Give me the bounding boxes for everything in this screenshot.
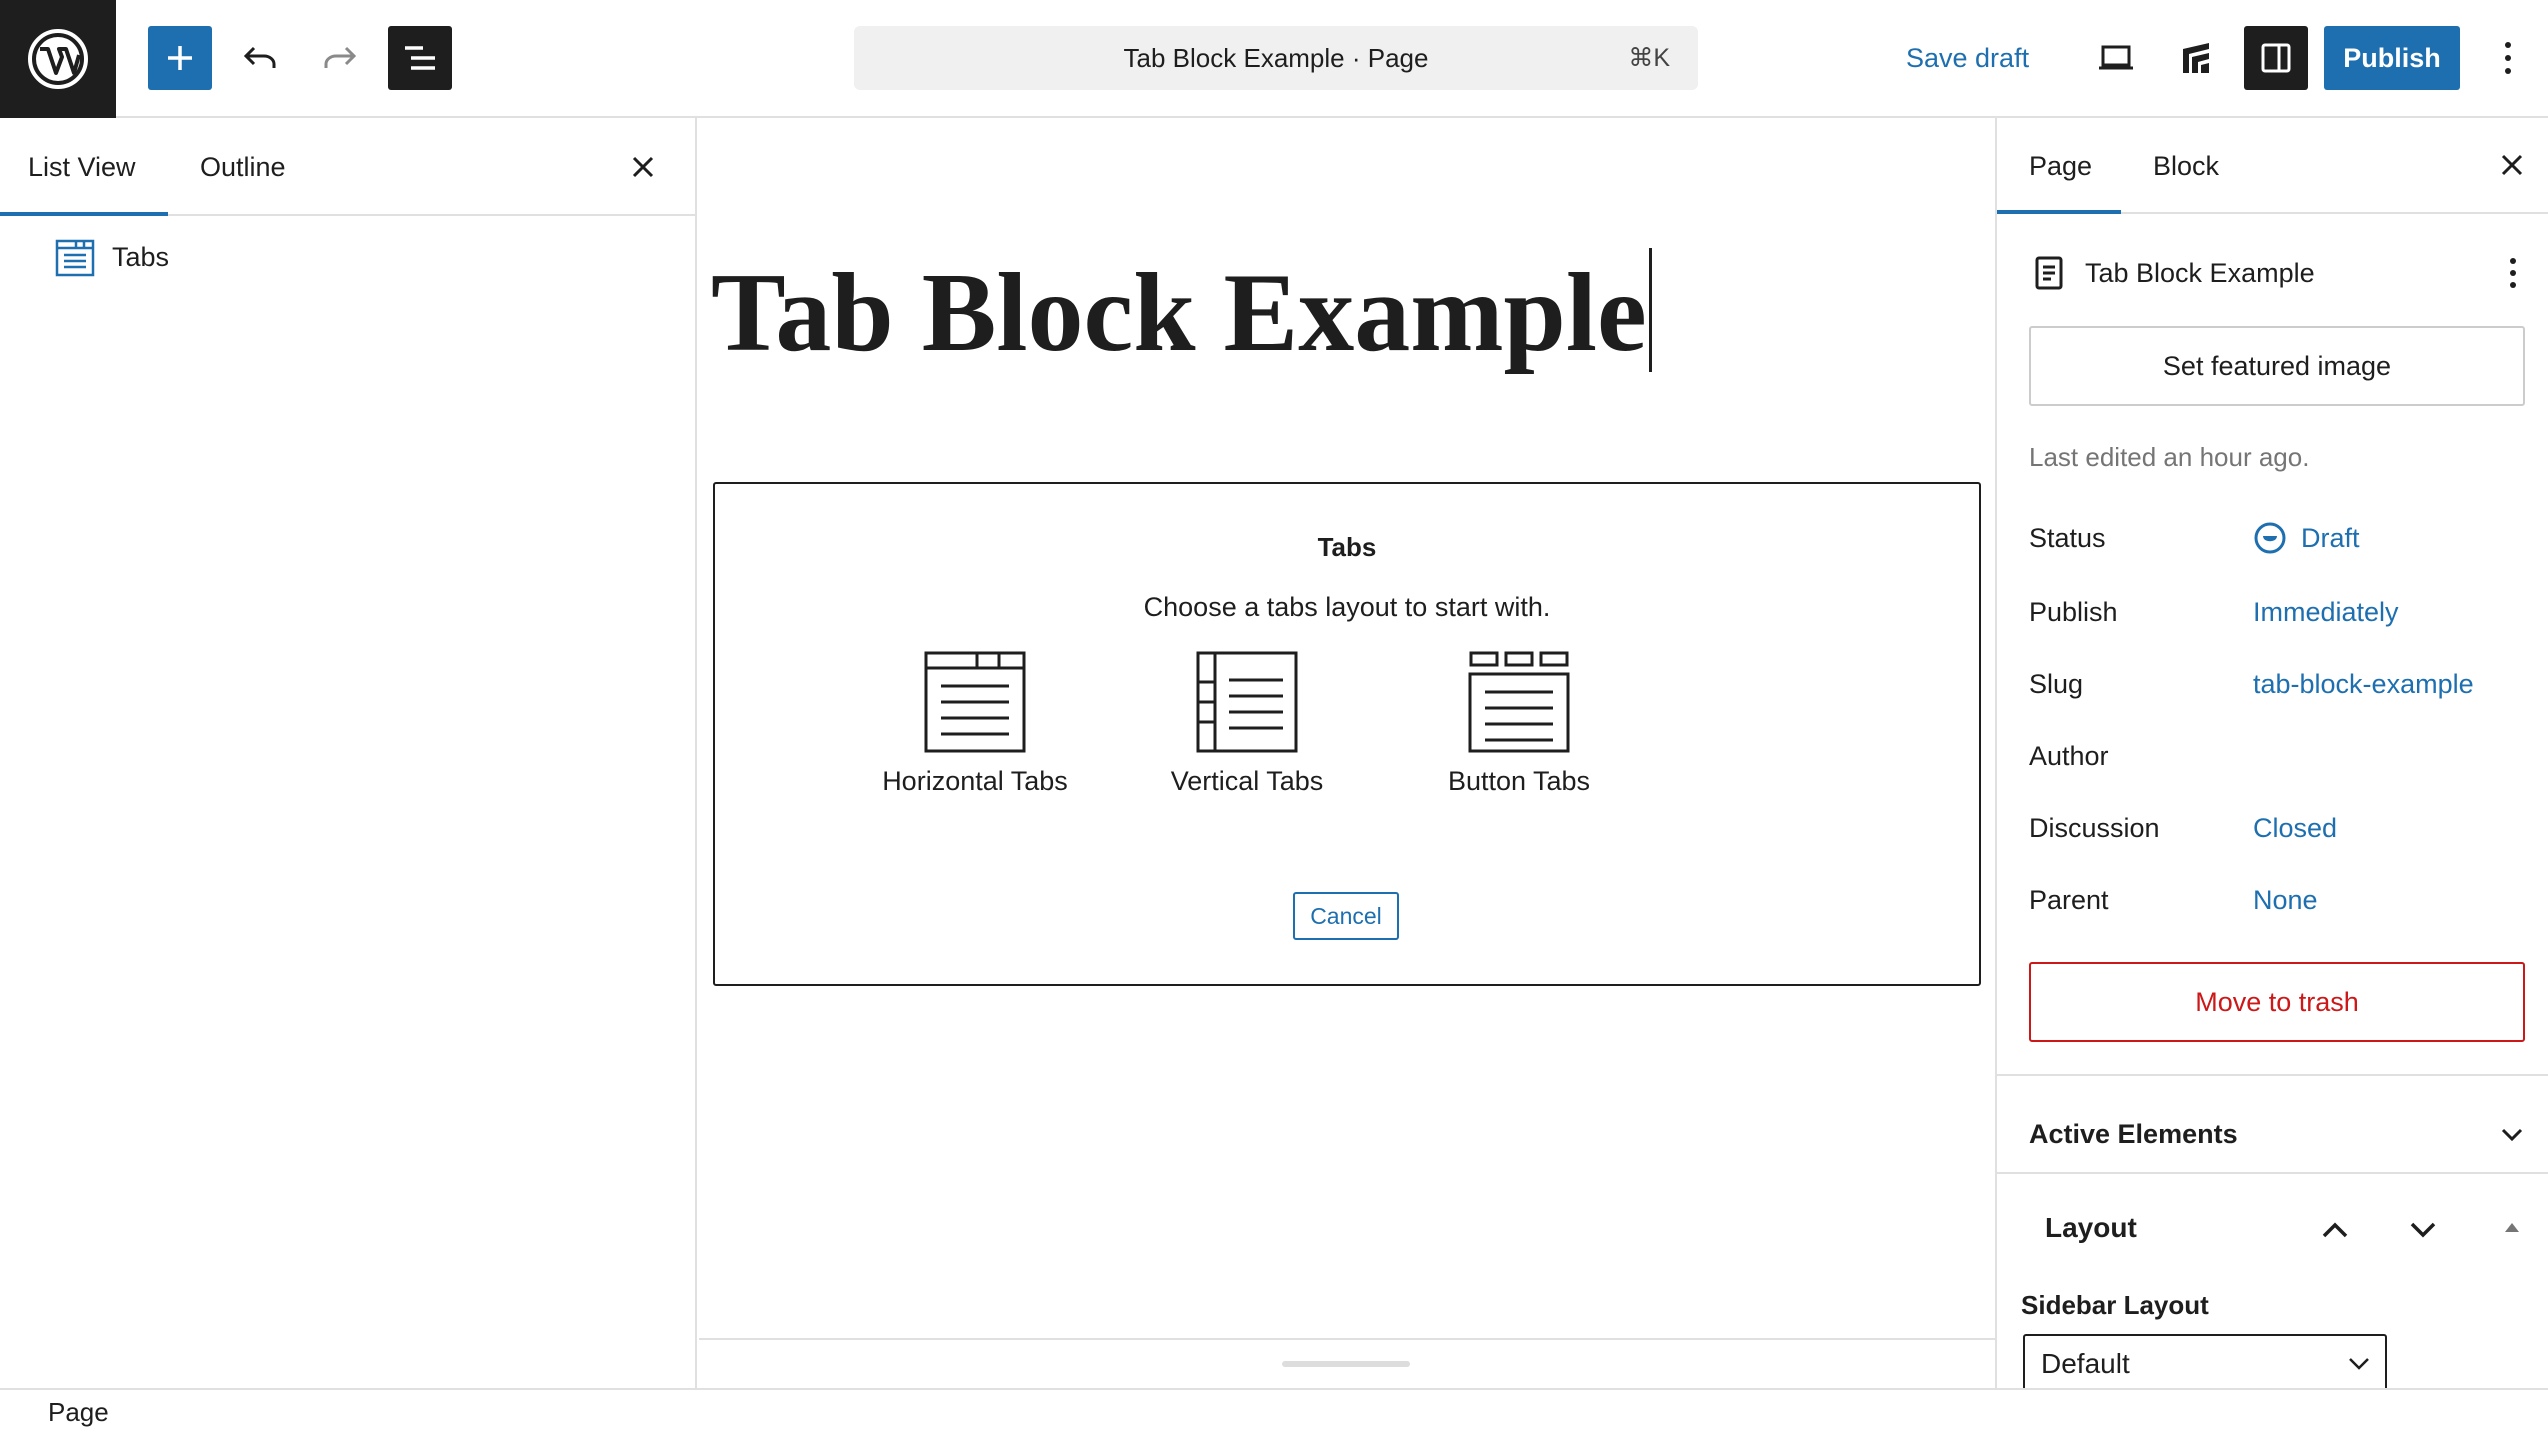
active-tab-indicator xyxy=(1997,210,2121,214)
plus-icon xyxy=(168,46,192,70)
post-title-text: Tab Block Example xyxy=(711,251,1647,375)
variation-button-tabs[interactable]: Button Tabs xyxy=(1389,650,1649,810)
sidebar-tabs: Page Block xyxy=(1997,118,2548,214)
laptop-icon xyxy=(2099,45,2133,70)
variation-label: Button Tabs xyxy=(1447,766,1591,796)
close-sidebar-button[interactable] xyxy=(2487,140,2537,190)
status-toggle[interactable]: Draft xyxy=(2253,518,2360,558)
row-label: Status xyxy=(2029,523,2106,553)
publish-date-toggle[interactable]: Immediately xyxy=(2253,592,2399,632)
document-card: Tab Block Example xyxy=(2033,248,2533,298)
sidebar-settings-icon xyxy=(2261,43,2291,73)
publish-button[interactable]: Publish xyxy=(2324,26,2460,90)
cancel-button[interactable]: Cancel xyxy=(1293,892,1399,940)
command-shortcut: ⌘K xyxy=(1628,44,1670,72)
section-divider xyxy=(1997,1074,2548,1076)
tab-block[interactable]: Block xyxy=(2153,118,2219,214)
placeholder-instructions: Choose a tabs layout to start with. xyxy=(1143,592,1551,622)
draft-status-icon xyxy=(2254,522,2286,554)
canvas-divider xyxy=(699,1338,1995,1340)
command-palette-bar[interactable]: Tab Block Example · Page ⌘K xyxy=(854,26,1698,90)
active-tab-indicator xyxy=(0,212,168,216)
close-list-view-button[interactable] xyxy=(618,142,668,192)
list-view-panel: List View Outline Tabs xyxy=(0,118,697,1388)
variation-vertical-tabs[interactable]: Vertical Tabs xyxy=(1117,650,1377,810)
sidebar-layout-select[interactable]: Default xyxy=(2023,1334,2387,1394)
page-icon xyxy=(2035,256,2063,290)
sidebar-layout-value: Default xyxy=(2041,1348,2130,1379)
settings-sidebar: Page Block Tab Block Example Set feature… xyxy=(1995,118,2548,1394)
active-elements-panel-toggle[interactable]: Active Elements xyxy=(2029,1104,2238,1164)
chevron-up-icon xyxy=(2322,1222,2348,1238)
variation-label: Horizontal Tabs xyxy=(882,766,1068,796)
options-button[interactable] xyxy=(2476,26,2540,90)
variation-label: Vertical Tabs xyxy=(1170,766,1324,796)
redo-icon xyxy=(324,46,357,68)
breadcrumb-page[interactable]: Page xyxy=(48,1390,109,1435)
preview-button[interactable] xyxy=(2084,26,2148,90)
horizontal-tabs-icon xyxy=(924,651,1026,753)
toggle-panel-button[interactable] xyxy=(2497,1212,2527,1242)
row-label: Publish xyxy=(2029,597,2118,627)
status-value: Draft xyxy=(2301,523,2360,553)
document-actions-button[interactable] xyxy=(2493,248,2533,298)
more-vertical-icon xyxy=(2505,42,2511,74)
wordpress-logo-icon xyxy=(28,29,88,89)
tab-list-view[interactable]: List View xyxy=(28,118,136,216)
layout-metabox-title: Layout xyxy=(2045,1212,2137,1243)
tabs-block-placeholder[interactable]: Tabs Choose a tabs layout to start with.… xyxy=(713,482,1981,986)
redo-button[interactable] xyxy=(308,26,372,90)
move-up-button[interactable] xyxy=(2307,1202,2363,1258)
undo-button[interactable] xyxy=(228,26,292,90)
undo-icon xyxy=(243,46,276,68)
block-breadcrumb-bar: Page xyxy=(0,1388,2548,1435)
placeholder-title: Tabs xyxy=(1317,532,1377,562)
plugin-button[interactable] xyxy=(2164,26,2228,90)
vertical-tabs-icon xyxy=(1196,651,1298,753)
text-caret xyxy=(1648,248,1652,372)
settings-sidebar-button[interactable] xyxy=(2244,26,2308,90)
tab-page[interactable]: Page xyxy=(2029,118,2092,214)
resize-handle[interactable] xyxy=(1282,1361,1410,1367)
tabs-block-icon xyxy=(55,239,95,277)
document-title: Tab Block Example xyxy=(2085,257,2315,288)
close-icon xyxy=(2501,154,2523,176)
move-down-button[interactable] xyxy=(2395,1202,2451,1258)
save-draft-button[interactable]: Save draft xyxy=(1906,26,2029,90)
document-overview-button[interactable] xyxy=(388,26,452,90)
editor-header: Tab Block Example · Page ⌘K Save draft P… xyxy=(0,0,2548,118)
chevron-down-icon xyxy=(2501,1128,2523,1142)
variation-horizontal-tabs[interactable]: Horizontal Tabs xyxy=(845,650,1105,810)
wordpress-logo[interactable] xyxy=(0,0,116,118)
post-title[interactable]: Tab Block Example xyxy=(711,248,1652,373)
list-item-label: Tabs xyxy=(112,241,170,272)
parent-toggle[interactable]: None xyxy=(2253,880,2318,920)
section-divider xyxy=(1997,1172,2548,1174)
last-edited-text: Last edited an hour ago. xyxy=(2029,442,2310,472)
add-block-button[interactable] xyxy=(148,26,212,90)
chevron-down-icon xyxy=(2410,1222,2436,1238)
button-tabs-icon xyxy=(1468,651,1570,753)
document-overview-icon xyxy=(405,46,435,70)
slug-toggle[interactable]: tab-block-example xyxy=(2253,664,2474,704)
close-icon xyxy=(632,156,654,178)
active-elements-expand[interactable] xyxy=(2487,1110,2537,1160)
set-featured-image-button[interactable]: Set featured image xyxy=(2029,326,2525,406)
tab-outline[interactable]: Outline xyxy=(200,118,286,216)
row-label: Author xyxy=(2029,741,2109,771)
row-label: Discussion xyxy=(2029,813,2160,843)
document-title-bar: Tab Block Example · Page xyxy=(1123,43,1429,73)
left-panel-tabs: List View Outline xyxy=(0,118,695,216)
row-label: Parent xyxy=(2029,885,2109,915)
move-to-trash-button[interactable]: Move to trash xyxy=(2029,962,2525,1042)
more-vertical-icon xyxy=(2510,258,2516,288)
sidebar-layout-label: Sidebar Layout xyxy=(2021,1290,2209,1320)
triangle-up-icon xyxy=(2505,1223,2519,1232)
plugin-icon xyxy=(2183,43,2209,73)
discussion-toggle[interactable]: Closed xyxy=(2253,808,2337,848)
chevron-down-icon xyxy=(2345,1350,2373,1378)
list-item-tabs[interactable]: Tabs xyxy=(54,232,169,282)
editor-canvas: Tab Block Example Tabs Choose a tabs lay… xyxy=(699,118,1995,1367)
row-label: Slug xyxy=(2029,669,2084,699)
